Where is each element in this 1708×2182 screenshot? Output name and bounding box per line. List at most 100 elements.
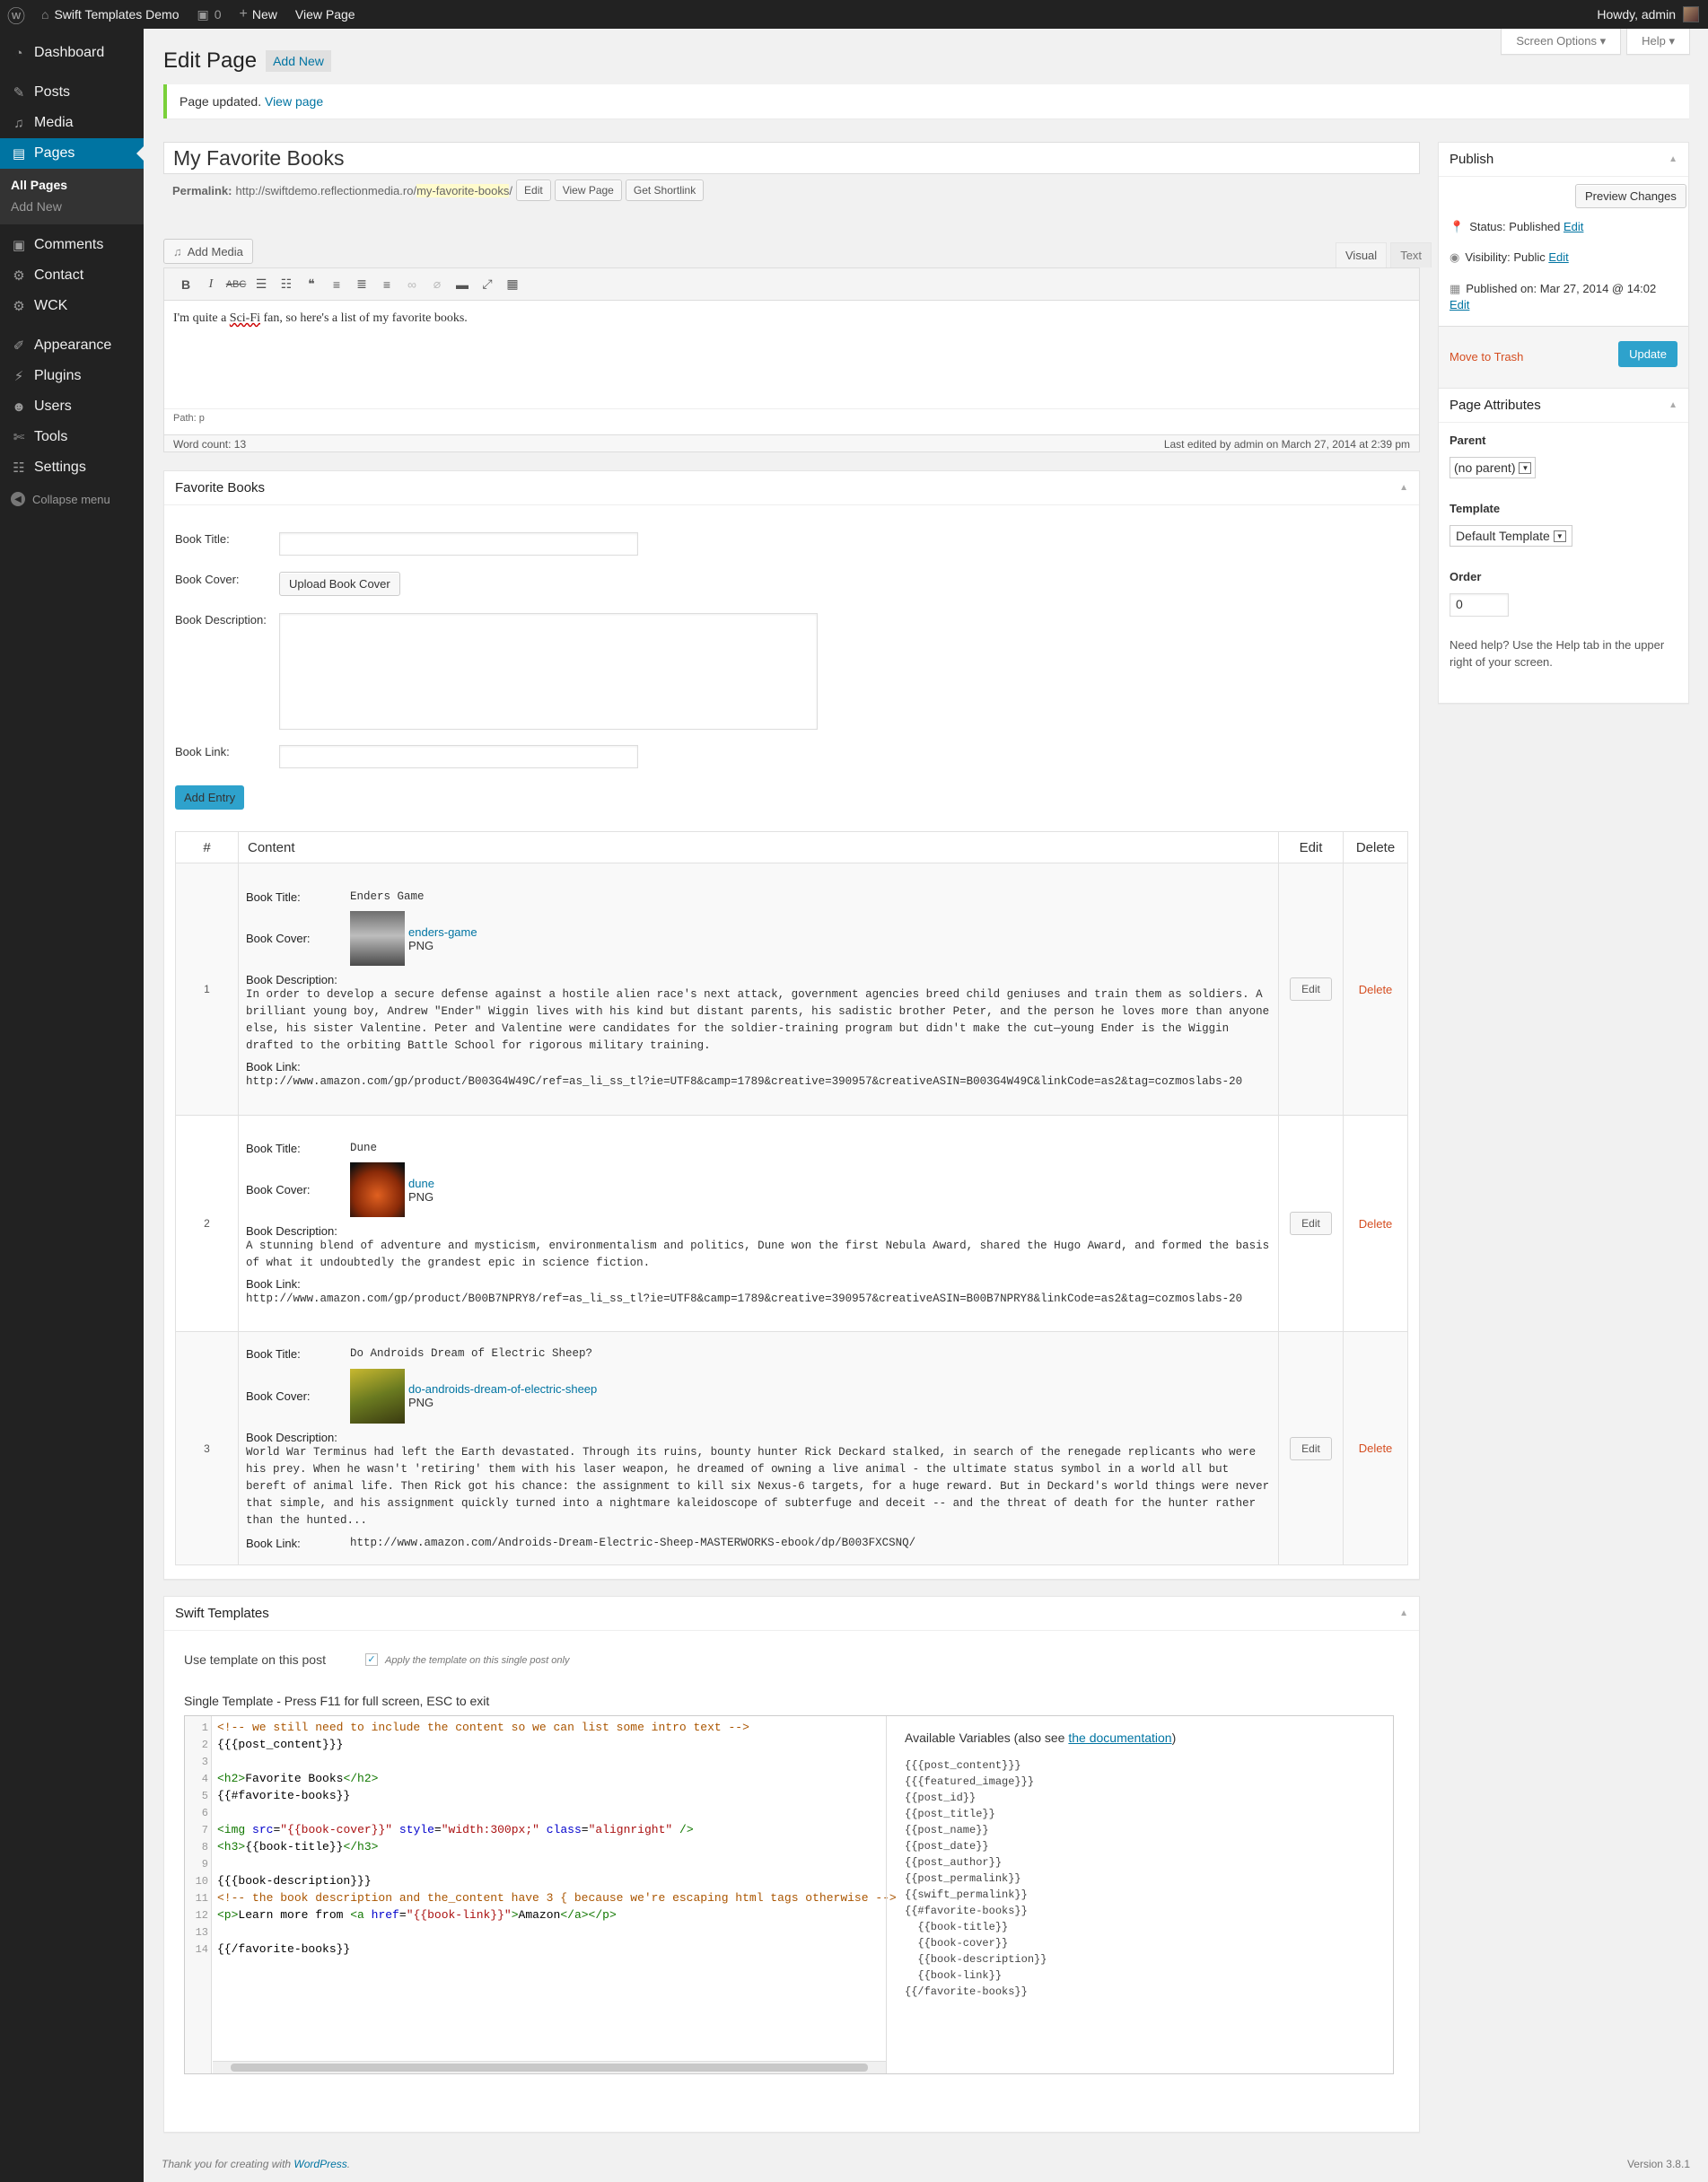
order-input[interactable]: 0 [1450, 593, 1509, 617]
book-title-input[interactable] [279, 532, 638, 556]
scrollbar-thumb[interactable] [231, 2064, 868, 2072]
delete-entry-link[interactable]: Delete [1359, 1442, 1393, 1455]
tab-visual[interactable]: Visual [1336, 242, 1388, 267]
book-link-input[interactable] [279, 745, 638, 768]
menu-item-posts[interactable]: ✎ Posts [0, 77, 144, 108]
col-delete: Delete [1343, 831, 1408, 863]
media-icon: ♫ [173, 244, 182, 259]
bullet-list-icon[interactable]: ☰ [249, 276, 274, 292]
menu-item-dashboard[interactable]: ◔ Dashboard [0, 38, 144, 68]
kitchen-sink-icon[interactable]: ▦ [500, 276, 525, 292]
italic-icon[interactable]: I [198, 277, 223, 292]
upload-book-cover-button[interactable]: Upload Book Cover [279, 572, 400, 596]
book-cover-thumbnail [350, 911, 405, 966]
new-content-link[interactable]: + New [231, 0, 286, 29]
screen-options-button[interactable]: Screen Options ▾ [1501, 29, 1622, 55]
book-cover-link[interactable]: do-androids-dream-of-electric-sheep [408, 1382, 597, 1396]
align-left-icon[interactable]: ≡ [324, 277, 349, 292]
move-to-trash-link[interactable]: Move to Trash [1450, 350, 1523, 364]
book-cover-label: Book Cover: [175, 573, 240, 586]
menu-item-appearance[interactable]: ✐ Appearance [0, 330, 144, 361]
menu-item-media[interactable]: ♫ Media [0, 108, 144, 138]
book-title-value: Enders Game [350, 889, 425, 903]
menu-item-users[interactable]: ☻ Users [0, 391, 144, 422]
book-cover-link[interactable]: dune [408, 1177, 434, 1190]
submenu-add-new[interactable]: Add New [0, 196, 144, 217]
swift-templates-box: Swift Templates ▲ Use template on this po… [163, 1596, 1420, 2133]
menu-item-plugins[interactable]: ⚡ Plugins [0, 361, 144, 391]
edit-permalink-button[interactable]: Edit [516, 180, 551, 201]
add-new-button[interactable]: Add New [266, 50, 331, 72]
update-button[interactable]: Update [1618, 341, 1677, 367]
wordpress-logo-icon[interactable]: ⓦ [0, 0, 32, 29]
menu-item-settings[interactable]: ☷ Settings [0, 452, 144, 483]
view-page-link[interactable]: View Page [286, 0, 364, 29]
post-title-input[interactable]: My Favorite Books [163, 142, 1420, 174]
book-description-textarea[interactable] [279, 613, 818, 730]
page-title: Edit Page Add New [163, 48, 331, 74]
toggle-arrow-icon[interactable]: ▲ [1399, 1608, 1408, 1618]
home-icon: ⌂ [41, 7, 49, 22]
page-attributes-header[interactable]: Page Attributes ▲ [1439, 389, 1688, 423]
toggle-arrow-icon[interactable]: ▲ [1399, 483, 1408, 493]
add-media-button[interactable]: ♫ Add Media [163, 239, 253, 264]
parent-select[interactable]: (no parent) ▼ [1450, 457, 1537, 478]
menu-item-pages[interactable]: ▤ Pages [0, 138, 144, 169]
favorite-books-header[interactable]: Favorite Books ▲ [164, 471, 1419, 505]
view-page-button[interactable]: View Page [554, 180, 622, 201]
footer-thanks: Thank you for creating with WordPress. [162, 2158, 351, 2170]
documentation-link[interactable]: the documentation [1068, 1731, 1171, 1745]
blockquote-icon[interactable]: ❝ [299, 276, 324, 292]
edit-entry-button[interactable]: Edit [1290, 977, 1332, 1001]
toggle-arrow-icon[interactable]: ▲ [1669, 154, 1677, 164]
add-entry-button[interactable]: Add Entry [175, 785, 245, 810]
avatar[interactable] [1683, 6, 1699, 22]
edit-date-link[interactable]: Edit [1450, 298, 1469, 311]
menu-item-tools[interactable]: ✄ Tools [0, 422, 144, 452]
permalink-slug[interactable]: my-favorite-books [416, 183, 510, 197]
publish-header[interactable]: Publish ▲ [1439, 143, 1688, 177]
apply-template-checkbox[interactable]: ✓ [365, 1653, 378, 1666]
tab-text[interactable]: Text [1390, 242, 1432, 267]
view-page-notice-link[interactable]: View page [265, 94, 323, 109]
fullscreen-icon[interactable]: ⤢ [475, 276, 500, 292]
collapse-menu-button[interactable]: ◀ Collapse menu [0, 483, 144, 515]
delete-entry-link[interactable]: Delete [1359, 1217, 1393, 1231]
link-icon[interactable]: ∞ [399, 277, 425, 292]
comments-link[interactable]: ▣ 0 [188, 0, 230, 29]
media-icon: ♫ [13, 115, 24, 131]
align-center-icon[interactable]: ≣ [349, 276, 374, 292]
editor-body[interactable]: I'm quite a Sci-Fi fan, so here's a list… [164, 301, 1419, 408]
menu-item-comments[interactable]: ▣ Comments [0, 230, 144, 260]
submenu-all-pages[interactable]: All Pages [0, 174, 144, 196]
help-button[interactable]: Help ▾ [1626, 29, 1690, 55]
edit-entry-button[interactable]: Edit [1290, 1436, 1332, 1460]
edit-entry-button[interactable]: Edit [1290, 1212, 1332, 1235]
book-title-value: Dune [350, 1141, 378, 1154]
horizontal-scrollbar[interactable] [213, 2061, 886, 2073]
book-cover-link[interactable]: enders-game [408, 925, 477, 939]
code-line: <img src="{{book-cover}}" style="width:3… [217, 1823, 694, 1836]
more-tag-icon[interactable]: ▬ [450, 277, 475, 292]
edit-visibility-link[interactable]: Edit [1548, 250, 1568, 264]
menu-item-contact[interactable]: ⚙ Contact [0, 260, 144, 291]
swift-templates-header[interactable]: Swift Templates ▲ [164, 1597, 1419, 1631]
get-shortlink-button[interactable]: Get Shortlink [625, 180, 705, 201]
site-name-link[interactable]: ⌂ Swift Templates Demo [32, 0, 188, 29]
menu-item-wck[interactable]: ⚙ WCK [0, 291, 144, 321]
align-right-icon[interactable]: ≡ [374, 277, 399, 292]
template-select[interactable]: Default Template ▼ [1450, 525, 1572, 547]
howdy-user[interactable]: Howdy, admin [1597, 7, 1676, 22]
toggle-arrow-icon[interactable]: ▲ [1669, 400, 1677, 410]
book-title-label: Book Title: [175, 532, 230, 546]
unlink-icon[interactable]: ⌀ [425, 276, 450, 292]
bold-icon[interactable]: B [173, 277, 198, 292]
strikethrough-icon[interactable]: ABC [223, 279, 249, 290]
table-row: 1 Book Title: Enders Game Book Cover: end… [175, 863, 1408, 1116]
edit-status-link[interactable]: Edit [1563, 220, 1583, 233]
numbered-list-icon[interactable]: ☷ [274, 276, 299, 292]
template-code-editor[interactable]: 1 2 3 4 5 6 7 8 9 10 11 12 13 14 <!-- we… [184, 1715, 1394, 2074]
preview-changes-button[interactable]: Preview Changes [1575, 184, 1686, 208]
delete-entry-link[interactable]: Delete [1359, 983, 1393, 996]
wordpress-link[interactable]: WordPress [293, 2158, 346, 2170]
